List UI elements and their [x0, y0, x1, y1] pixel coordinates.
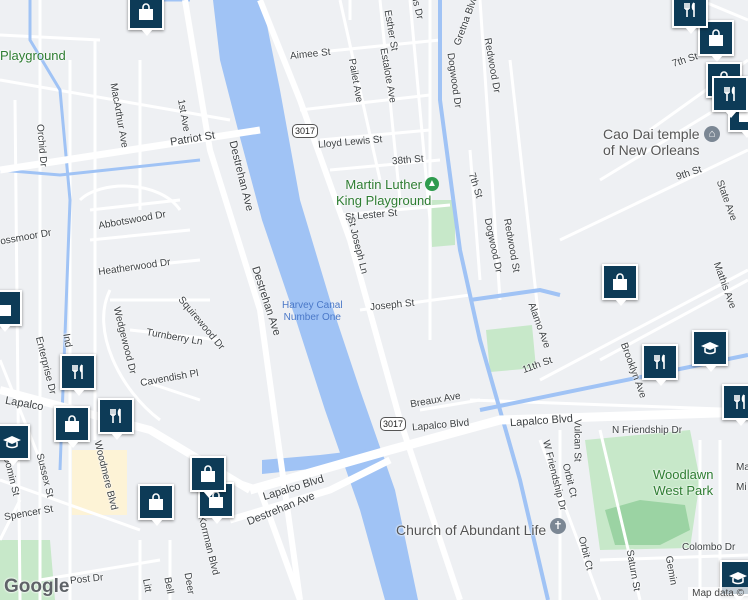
restaurant-marker[interactable] — [98, 398, 134, 440]
shopping-bag-icon — [201, 465, 215, 482]
shopping-bag-marker[interactable] — [128, 0, 164, 36]
shopping-bag-marker[interactable] — [602, 264, 638, 306]
map-canvas[interactable]: Aimee St Patriot St Lloyd Lewis St 38th … — [0, 0, 748, 600]
restaurant-icon — [734, 394, 745, 409]
graduation-cap-icon — [729, 572, 747, 585]
shopping-bag-marker[interactable] — [138, 484, 174, 526]
street-label-litt: Litt — [140, 577, 154, 594]
shopping-bag-icon — [139, 3, 153, 20]
park-label-playground-nw[interactable]: Playground — [0, 48, 66, 64]
shopping-bag-icon — [149, 493, 163, 510]
route-shield-3017-south: 3017 — [380, 417, 407, 431]
street-label-colombo: Colombo Dr — [682, 542, 736, 553]
school-marker[interactable] — [692, 330, 728, 372]
street-label-manhattan: Ma — [736, 462, 748, 473]
shopping-bag-icon — [0, 305, 11, 316]
church-cross-icon: ✝ — [550, 518, 566, 534]
school-marker[interactable] — [0, 424, 30, 466]
poi-label-church[interactable]: Church of Abundant Life — [396, 522, 546, 538]
water-label-harvey-canal: Harvey Canal Number One — [282, 300, 343, 323]
google-logo: Google — [4, 576, 70, 597]
street-label-ind: Ind — [60, 332, 74, 349]
park-label-mlk[interactable]: Martin Luther King Playground — [336, 177, 431, 209]
shopping-bag-icon — [709, 29, 723, 46]
shopping-bag-marker[interactable] — [54, 406, 90, 448]
shopping-bag-marker[interactable] — [190, 456, 226, 498]
restaurant-marker[interactable] — [60, 354, 96, 396]
restaurant-marker[interactable] — [642, 344, 678, 386]
restaurant-icon — [654, 354, 665, 369]
shopping-bag-icon — [613, 273, 627, 290]
poi-label-cao-dai[interactable]: Cao Dai temple of New Orleans — [603, 126, 700, 158]
street-label-mi: Mi — [736, 482, 747, 493]
restaurant-icon — [724, 86, 735, 101]
restaurant-marker[interactable] — [672, 0, 708, 34]
street-label-n-friendship: N Friendship Dr — [612, 425, 683, 436]
shopping-bag-icon — [65, 415, 79, 432]
street-label-vulcan: Vulcan St — [571, 419, 583, 462]
place-of-worship-icon: ⌂ — [704, 126, 720, 142]
map-data-attribution[interactable]: Map data © — [688, 587, 748, 600]
shop-marker-edge[interactable] — [0, 290, 22, 332]
restaurant-marker[interactable] — [712, 76, 748, 118]
graduation-cap-icon — [3, 436, 21, 449]
park-label-woodlawn[interactable]: Woodlawn West Park — [653, 467, 713, 499]
restaurant-icon — [684, 2, 695, 17]
restaurant-marker[interactable] — [722, 384, 748, 426]
graduation-cap-icon — [701, 342, 719, 355]
route-shield-3017-north: 3017 — [292, 124, 319, 138]
restaurant-icon — [110, 408, 121, 423]
restaurant-icon — [72, 364, 83, 379]
park-tree-icon: ▲ — [425, 177, 439, 191]
